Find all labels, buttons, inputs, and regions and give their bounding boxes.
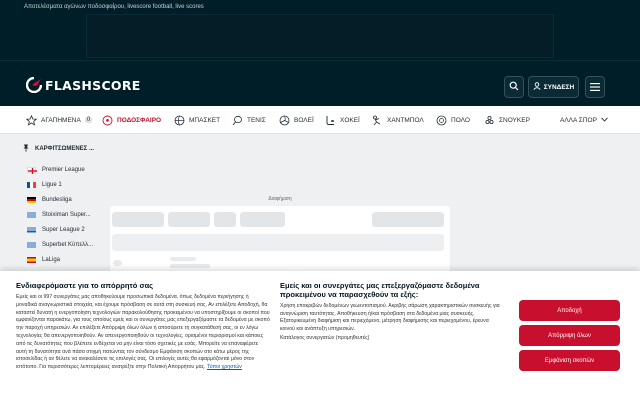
volleyball-icon [279,115,290,126]
favorites-label: ΑΓΑΠΗΜΕΝΑ [41,116,81,124]
pinned-header: ΚΑΡΦΙΤΣΩΜΕΝΕΣ ... [22,140,102,158]
skeleton-line [170,264,210,268]
skeleton-tab [214,212,236,227]
ad-label: Διαφήμιση [268,196,292,202]
header: FLASHSCORE ΣΥΝΔΕΣΗ [0,60,640,106]
england-flag-icon [27,166,37,174]
league-name: Superbet Κύπελλ... [42,241,94,248]
other-sports-label: ΑΛΛΑ ΣΠΟΡ [560,116,597,124]
handball-icon [372,115,383,126]
pinned-title: ΚΑΡΦΙΤΣΩΜΕΝΕΣ ... [35,146,94,152]
ad-banner[interactable] [86,14,554,58]
tab-label: ΧΑΝΤΜΠΟΛ [387,116,424,124]
tab-basketball[interactable]: ΜΠΑΣΚΕΤ [174,106,220,134]
tennis-icon [232,115,243,126]
league-item[interactable]: Super League 2 [22,222,102,237]
france-flag-icon [27,181,36,188]
pin-icon [22,144,30,154]
tab-label: ΜΠΑΣΚΕΤ [189,116,221,124]
germany-flag-icon [27,196,36,203]
league-name: Premier League [42,166,85,173]
skeleton-row [112,234,444,251]
privacy-section: Ενδιαφερόμαστε για το απόρρητό σας Εμείς… [16,281,270,372]
privacy-title: Ενδιαφερόμαστε για το απόρρητό σας [16,281,154,290]
tab-waterpolo[interactable]: ΠΟΛΟ [436,106,470,134]
basketball-icon [174,115,185,126]
cookie-consent-banner: Ενδιαφερόμαστε για το απόρρητό σας Εμείς… [0,271,640,400]
skeleton-tab [112,212,164,227]
league-item[interactable]: Superbet Κύπελλ... [22,237,102,252]
purposes-body: Χρήση επακριβών δεδομένων γεωεντοπισμού.… [280,303,500,332]
league-item[interactable]: LaLiga [22,252,102,267]
menu-button[interactable] [585,76,605,98]
favorites-count: 0 [84,117,93,123]
purposes-title: Εμείς και οι συνεργάτες μας επεξεργαζόμα… [280,281,480,299]
sports-nav: ΑΓΑΠΗΜΕΝΑ 0 ΠΟΔΟΣΦΑΙΡΟ ΜΠΑΣΚΕΤ ΤΕΝΙΣ ΒΟΛ… [0,106,640,134]
privacy-body: Εμείς και οι 997 συνεργάτες μας αποθηκεύ… [16,294,270,371]
league-item[interactable]: Bundesliga [22,192,102,207]
tab-label: ΒΟΛΕΪ [294,116,314,124]
greece-flag-icon [27,241,36,248]
reject-all-button[interactable]: Απόρριψη όλων [519,325,620,346]
flashscore-logo-icon [25,76,43,94]
tab-favorites[interactable]: ΑΓΑΠΗΜΕΝΑ 0 [25,106,93,134]
logo-text: FLASHSCORE [45,77,141,93]
tab-hockey[interactable]: ΧΟΚΕΪ [325,106,360,134]
accept-button[interactable]: Αποδοχή [519,300,620,321]
greece-flag-icon [27,226,36,233]
user-icon [533,82,541,92]
league-item[interactable]: Premier League [22,162,102,177]
tab-label: ΣΝΟΥΚΕΡ [499,116,530,124]
league-name: Super League 2 [42,226,85,233]
tab-football[interactable]: ΠΟΔΟΣΦΑΙΡΟ [102,106,161,134]
hockey-icon [325,115,336,126]
skeleton-tab [240,212,285,227]
spain-flag-icon [27,256,36,263]
tab-label: ΧΟΚΕΪ [340,116,360,124]
pinned-leagues: ΚΑΡΦΙΤΣΩΜΕΝΕΣ ... Premier League Ligue 1… [22,140,102,267]
snooker-icon [484,115,495,126]
star-icon [25,114,38,126]
league-name: LaLiga [42,256,61,263]
skeleton-tab [168,212,210,227]
skeleton-dot [113,260,122,266]
league-item[interactable]: Ligue 1 [22,177,102,192]
league-name: Ligue 1 [42,181,62,188]
search-icon [509,78,519,96]
search-button[interactable] [504,76,524,98]
tab-tennis[interactable]: ΤΕΝΙΣ [232,106,266,134]
greece-flag-icon [27,211,36,218]
login-button[interactable]: ΣΥΝΔΕΣΗ [528,76,579,98]
tab-label: ΤΕΝΙΣ [247,116,266,124]
tab-snooker[interactable]: ΣΝΟΥΚΕΡ [484,106,530,134]
privacy-link[interactable]: Τύποι χρηστών [207,364,242,370]
privacy-text: Εμείς και οι 997 συνεργάτες μας αποθηκεύ… [16,294,270,372]
football-icon [102,115,113,126]
league-name: Stoiximan Super... [42,211,91,218]
skeleton-tab [372,212,444,227]
hamburger-icon [590,78,600,96]
login-label: ΣΥΝΔΕΣΗ [543,83,575,91]
site-description: Αποτελέσματα αγώνων ποδοσφαίρου, livesco… [24,4,204,10]
logo[interactable]: FLASHSCORE [25,76,141,94]
waterpolo-icon [436,115,447,126]
top-bar: Αποτελέσματα αγώνων ποδοσφαίρου, livesco… [0,0,640,60]
show-purposes-button[interactable]: Εμφάνιση σκοπών [519,350,620,371]
tab-volleyball[interactable]: ΒΟΛΕΪ [279,106,314,134]
purposes-section: Εμείς και οι συνεργάτες μας επεξεργαζόμα… [280,281,504,341]
league-item[interactable]: Stoiximan Super... [22,207,102,222]
tab-handball[interactable]: ΧΑΝΤΜΠΟΛ [372,106,424,134]
tab-label: ΠΟΛΟ [451,116,470,124]
tab-label: ΠΟΔΟΣΦΑΙΡΟ [117,116,162,124]
league-name: Bundesliga [42,196,72,203]
chevron-down-icon [601,116,608,124]
other-sports-dropdown[interactable]: ΑΛΛΑ ΣΠΟΡ [560,106,608,134]
skeleton-line [170,257,196,261]
partners-link[interactable]: Κατάλογος συνεργατών (προμηθευτές) [280,335,504,341]
